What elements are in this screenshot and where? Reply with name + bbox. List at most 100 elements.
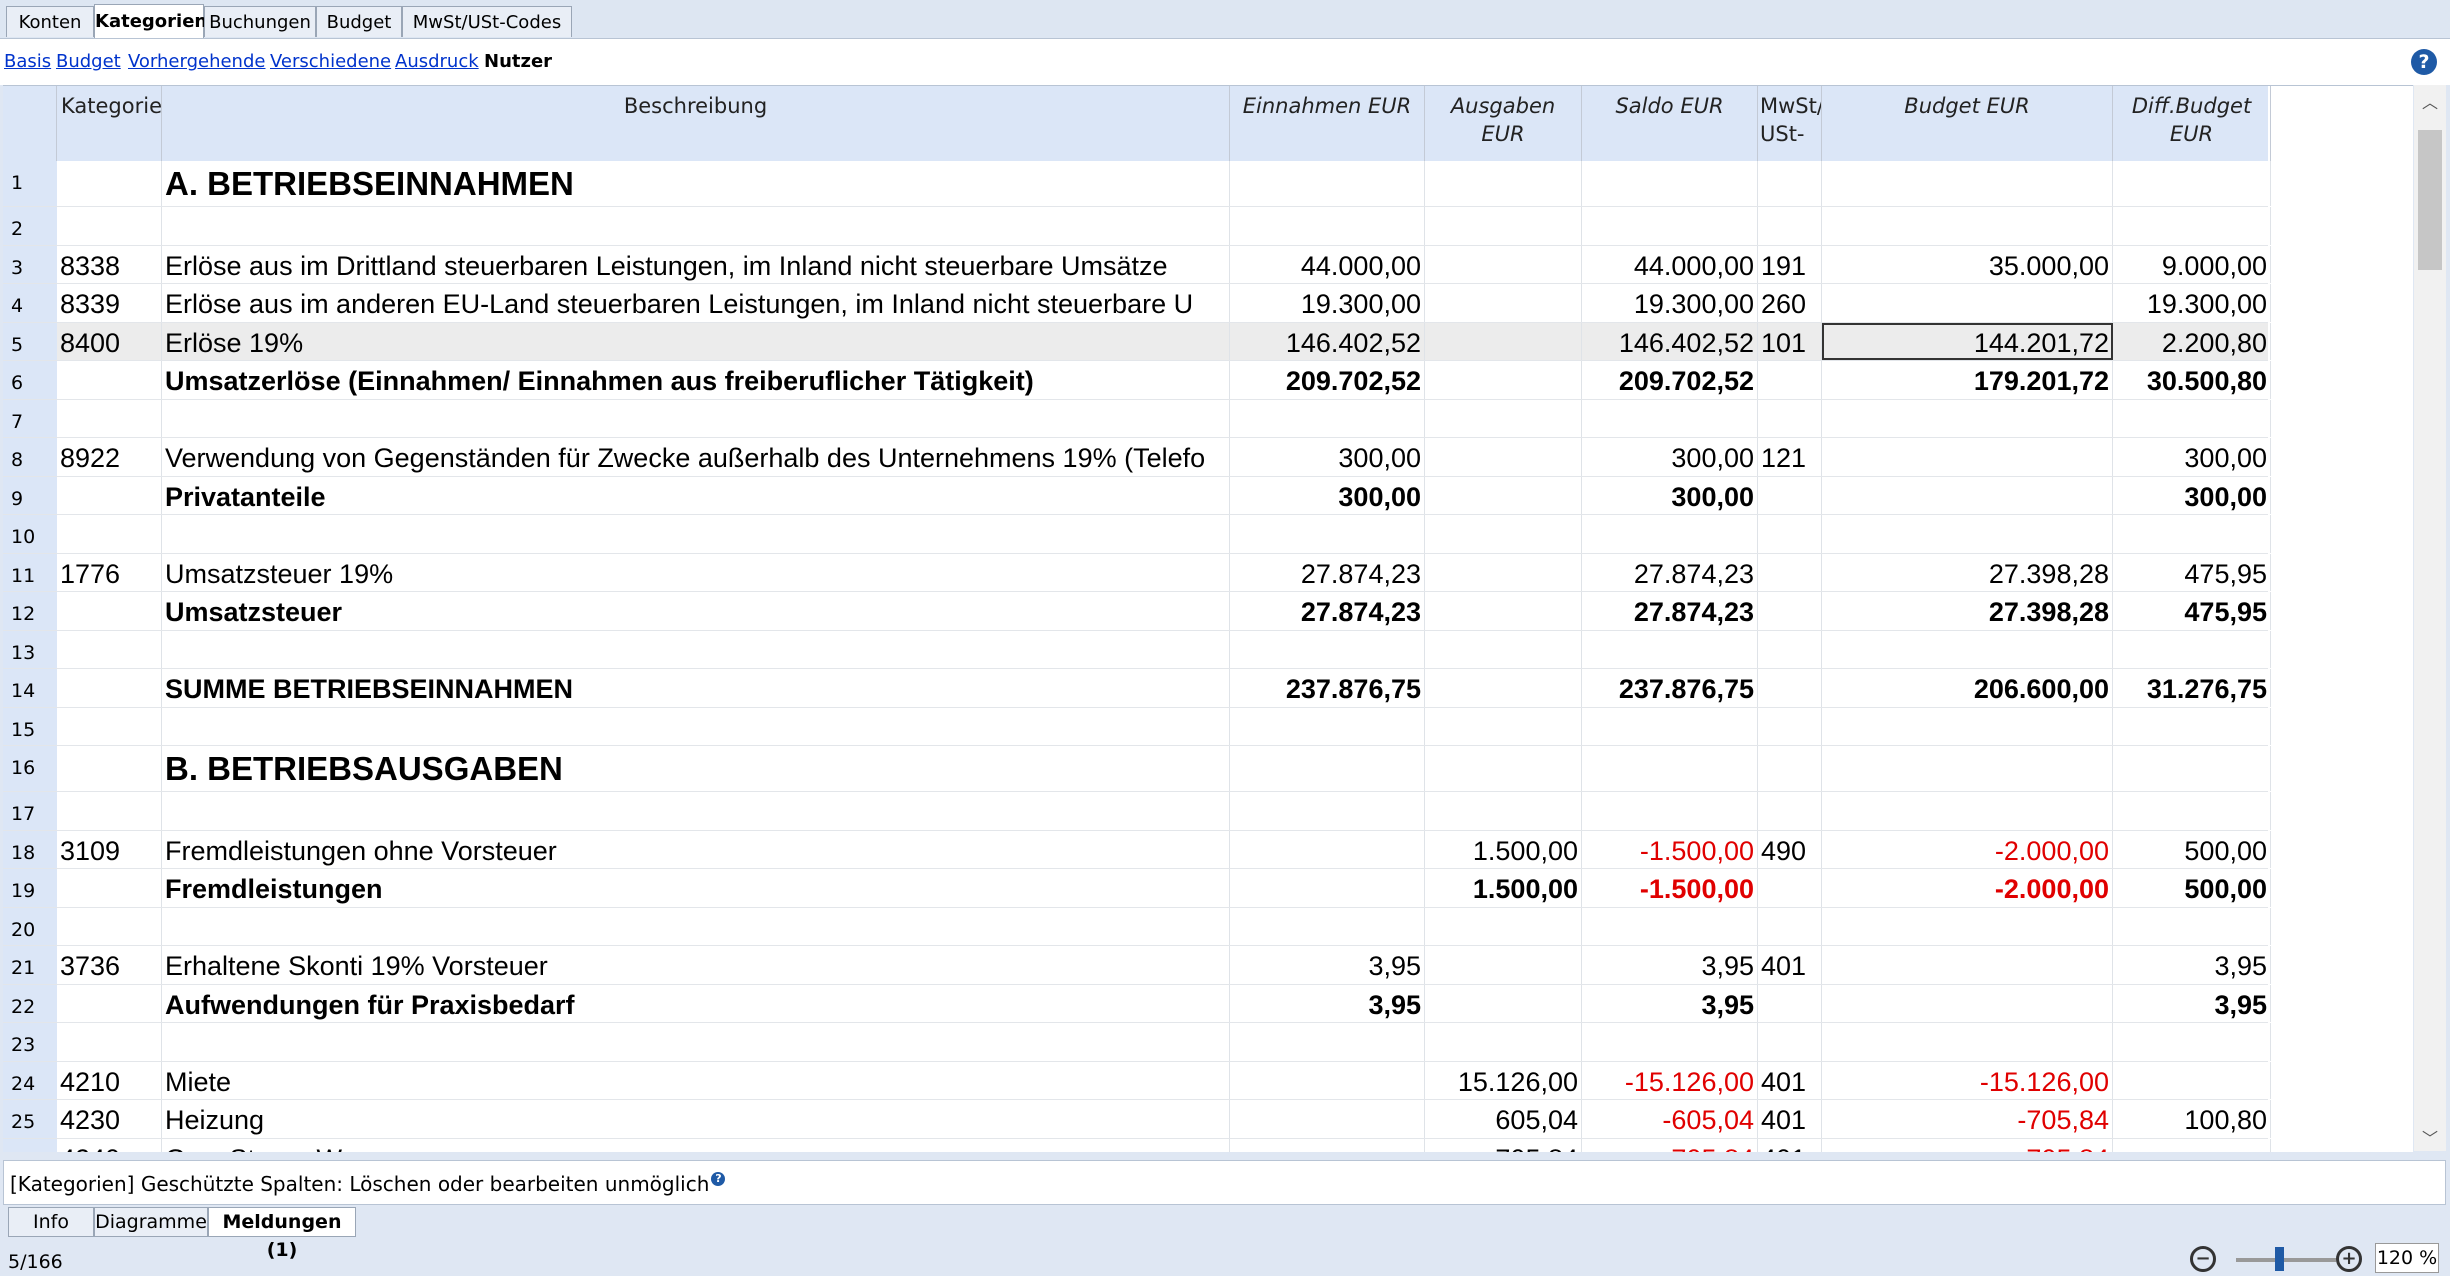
cell-budget[interactable]: -705,84: [1822, 1100, 2113, 1138]
vertical-scrollbar[interactable]: ︿ ﹀: [2414, 85, 2446, 1151]
cell-diff-budget[interactable]: 500,00: [2113, 830, 2271, 868]
cell-saldo[interactable]: 209.702,52: [1582, 361, 1758, 399]
cell-budget[interactable]: [1822, 438, 2113, 476]
cell-einnahmen[interactable]: [1230, 1061, 1425, 1099]
cell-diff-budget[interactable]: [2113, 1023, 2271, 1061]
cell-ausgaben[interactable]: [1425, 984, 1582, 1022]
cell-mwst[interactable]: 101: [1758, 322, 1822, 360]
cell-beschreibung[interactable]: Erlöse aus im Drittland steuerbaren Leis…: [162, 245, 1230, 283]
table-row[interactable]: 21 3736 Erhaltene Skonti 19% Vorsteuer 3,95…: [3, 946, 2271, 985]
cell-budget[interactable]: 35.000,00: [1822, 245, 2113, 283]
cell-diff-budget[interactable]: 3,95: [2113, 946, 2271, 984]
cell-diff-budget[interactable]: [2113, 515, 2271, 553]
cell-beschreibung[interactable]: Erlöse aus im anderen EU-Land steuerbare…: [162, 284, 1230, 322]
cell-beschreibung[interactable]: Erhaltene Skonti 19% Vorsteuer: [162, 946, 1230, 984]
table-row[interactable]: 12 Umsatzsteuer 27.874,23 27.874,23 27.398,2…: [3, 592, 2271, 631]
cell-kategorie[interactable]: [57, 792, 162, 830]
row-number[interactable]: 25: [3, 1100, 57, 1138]
table-row[interactable]: 2: [3, 207, 2271, 246]
cell-diff-budget[interactable]: [2113, 707, 2271, 745]
view-budget[interactable]: Budget: [56, 51, 121, 72]
row-number[interactable]: 8: [3, 438, 57, 476]
cell-beschreibung[interactable]: Fremdleistungen ohne Vorsteuer: [162, 830, 1230, 868]
zoom-out-icon[interactable]: −: [2190, 1246, 2216, 1272]
cell-saldo[interactable]: [1582, 161, 1758, 206]
scrollbar-thumb[interactable]: [2418, 130, 2442, 270]
table-row[interactable]: 264240Gas, Strom, Wasser705,84-705,84401…: [3, 1138, 2271, 1152]
cell-kategorie[interactable]: [57, 746, 162, 791]
row-number[interactable]: 26: [3, 1138, 57, 1152]
cell-diff-budget[interactable]: [2113, 399, 2271, 437]
cell-kategorie[interactable]: 4240: [57, 1138, 162, 1152]
cell-mwst[interactable]: [1758, 476, 1822, 514]
cell-saldo[interactable]: [1582, 1023, 1758, 1061]
row-number[interactable]: 1: [3, 161, 57, 206]
row-number[interactable]: 16: [3, 746, 57, 791]
cell-kategorie[interactable]: 3736: [57, 946, 162, 984]
row-number[interactable]: 11: [3, 553, 57, 591]
cell-mwst[interactable]: [1758, 792, 1822, 830]
cell-diff-budget[interactable]: 475,95: [2113, 592, 2271, 630]
cell-mwst[interactable]: [1758, 161, 1822, 206]
cell-ausgaben[interactable]: [1425, 630, 1582, 668]
cell-beschreibung[interactable]: Aufwendungen für Praxisbedarf: [162, 984, 1230, 1022]
cell-mwst[interactable]: [1758, 553, 1822, 591]
header-diff-budget[interactable]: Diff.Budget EUR: [2113, 86, 2271, 161]
cell-ausgaben[interactable]: [1425, 1023, 1582, 1061]
cell-ausgaben[interactable]: [1425, 553, 1582, 591]
cell-kategorie[interactable]: [57, 1023, 162, 1061]
cell-diff-budget[interactable]: [2113, 207, 2271, 245]
cell-ausgaben[interactable]: [1425, 476, 1582, 514]
row-number[interactable]: 7: [3, 399, 57, 437]
cell-mwst[interactable]: [1758, 869, 1822, 907]
row-number[interactable]: 20: [3, 907, 57, 945]
cell-saldo[interactable]: -1.500,00: [1582, 830, 1758, 868]
cell-einnahmen[interactable]: [1230, 161, 1425, 206]
cell-diff-budget[interactable]: 19.300,00: [2113, 284, 2271, 322]
cell-beschreibung[interactable]: Fremdleistungen: [162, 869, 1230, 907]
cell-kategorie[interactable]: [57, 361, 162, 399]
cell-beschreibung[interactable]: [162, 907, 1230, 945]
cell-diff-budget[interactable]: 30.500,80: [2113, 361, 2271, 399]
table-row[interactable]: 25 4230 Heizung 605,04 -605,04 401 -705,84 100,…: [3, 1100, 2271, 1139]
row-number[interactable]: 3: [3, 245, 57, 283]
cell-saldo[interactable]: [1582, 792, 1758, 830]
table-row[interactable]: 5 8400 Erlöse 19% 146.402,52 146.402,52 101 14…: [3, 322, 2271, 361]
cell-saldo[interactable]: 300,00: [1582, 438, 1758, 476]
table-row[interactable]: 22 Aufwendungen für Praxisbedarf 3,95 3,95 3…: [3, 984, 2271, 1023]
cell-ausgaben[interactable]: [1425, 515, 1582, 553]
cell-kategorie[interactable]: 4210: [57, 1061, 162, 1099]
cell-beschreibung[interactable]: A. BETRIEBSEINNAHMEN: [162, 161, 1230, 206]
cell-beschreibung[interactable]: Umsatzsteuer 19%: [162, 553, 1230, 591]
cell-budget[interactable]: [1822, 207, 2113, 245]
cell-ausgaben[interactable]: [1425, 161, 1582, 206]
cell-mwst[interactable]: 490: [1758, 830, 1822, 868]
cell-budget[interactable]: -15.126,00: [1822, 1061, 2113, 1099]
cell-ausgaben[interactable]: [1425, 946, 1582, 984]
cell-budget[interactable]: [1822, 792, 2113, 830]
cell-beschreibung[interactable]: Gas, Strom, Wasser: [162, 1138, 1230, 1152]
cell-mwst[interactable]: 260: [1758, 284, 1822, 322]
cell-beschreibung[interactable]: Verwendung von Gegenständen für Zwecke a…: [162, 438, 1230, 476]
cell-saldo[interactable]: [1582, 630, 1758, 668]
table-row[interactable]: 6 Umsatzerlöse (Einnahmen/ Einnahmen aus …: [3, 361, 2271, 400]
cell-ausgaben[interactable]: [1425, 284, 1582, 322]
cell-budget[interactable]: [1822, 1023, 2113, 1061]
cell-mwst[interactable]: 401: [1758, 1100, 1822, 1138]
cell-ausgaben[interactable]: 1.500,00: [1425, 869, 1582, 907]
cell-budget[interactable]: [1822, 284, 2113, 322]
cell-saldo[interactable]: 19.300,00: [1582, 284, 1758, 322]
cell-mwst[interactable]: [1758, 361, 1822, 399]
cell-budget[interactable]: -2.000,00: [1822, 869, 2113, 907]
table-row[interactable]: 11 1776 Umsatzsteuer 19% 27.874,23 27.874,23…: [3, 553, 2271, 592]
bottom-tab-meldungen[interactable]: Meldungen (1): [208, 1207, 356, 1261]
header-einnahmen[interactable]: Einnahmen EUR: [1230, 86, 1425, 161]
cell-einnahmen[interactable]: [1230, 746, 1425, 791]
cell-diff-budget[interactable]: [2113, 792, 2271, 830]
cell-mwst[interactable]: [1758, 984, 1822, 1022]
cell-beschreibung[interactable]: Umsatzerlöse (Einnahmen/ Einnahmen aus f…: [162, 361, 1230, 399]
cell-saldo[interactable]: [1582, 707, 1758, 745]
cell-kategorie[interactable]: [57, 669, 162, 707]
cell-ausgaben[interactable]: 1.500,00: [1425, 830, 1582, 868]
cell-diff-budget[interactable]: 300,00: [2113, 438, 2271, 476]
